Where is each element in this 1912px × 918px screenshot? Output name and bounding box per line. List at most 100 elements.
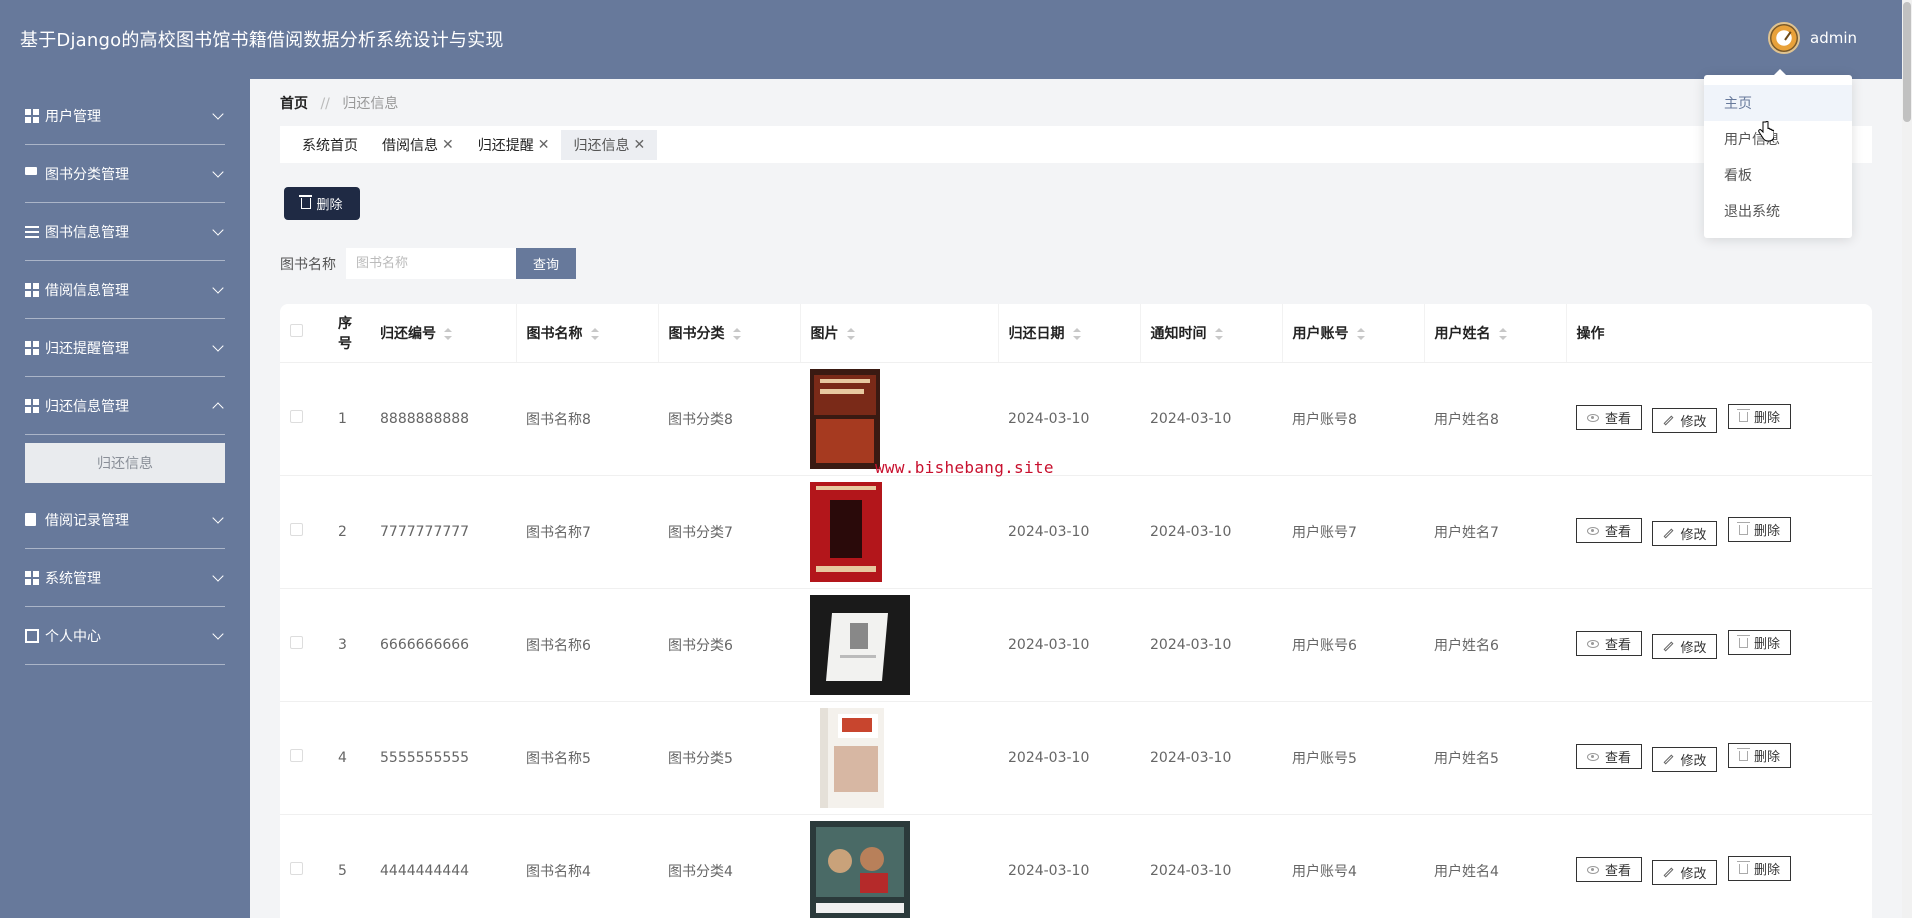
sort-icon[interactable] bbox=[846, 327, 855, 340]
edit-button[interactable]: 修改 bbox=[1652, 407, 1718, 433]
table-row[interactable]: 2 7777777777 图书名称7 图书分类7 2024-03-10 2024… bbox=[280, 475, 1872, 589]
sort-icon[interactable] bbox=[1214, 327, 1223, 340]
search-button[interactable]: 查询 bbox=[516, 248, 576, 279]
row-select-cell bbox=[280, 362, 328, 476]
table-row[interactable]: 5 4444444444 图书名称4 图书分类4 2024-03-10 2024… bbox=[280, 814, 1872, 918]
cell-image bbox=[800, 814, 998, 918]
cell-return-no: 7777777777 bbox=[370, 475, 516, 589]
col-header-user-name[interactable]: 用户姓名 bbox=[1424, 304, 1567, 363]
view-label: 查看 bbox=[1605, 525, 1632, 541]
table-row[interactable]: 3 6666666666 图书名称6 图书分类6 2024-03-10 2024… bbox=[280, 588, 1872, 702]
cell-user-account: 用户账号5 bbox=[1282, 701, 1424, 815]
edit-icon bbox=[1664, 867, 1674, 878]
tab-return-reminder[interactable]: 归还提醒 ✕ bbox=[466, 130, 562, 160]
page-scrollbar[interactable] bbox=[1902, 0, 1912, 918]
delete-button[interactable]: 删除 bbox=[1727, 404, 1791, 430]
chevron-down-icon bbox=[212, 512, 224, 524]
avatar[interactable] bbox=[1768, 22, 1800, 54]
view-button[interactable]: 查看 bbox=[1576, 631, 1643, 657]
scrollbar-thumb[interactable] bbox=[1903, 2, 1911, 122]
row-checkbox[interactable] bbox=[290, 862, 303, 875]
col-header-return-no[interactable]: 归还编号 bbox=[370, 304, 517, 363]
sidebar-subitem-return-info[interactable]: 归还信息 bbox=[25, 443, 225, 483]
col-header-user-account[interactable]: 用户账号 bbox=[1282, 304, 1425, 363]
edit-button[interactable]: 修改 bbox=[1652, 633, 1718, 659]
view-button[interactable]: 查看 bbox=[1576, 744, 1643, 770]
sort-icon[interactable] bbox=[590, 327, 599, 340]
close-icon[interactable]: ✕ bbox=[442, 137, 454, 153]
book-cover-image[interactable] bbox=[810, 481, 882, 582]
col-header-book-category[interactable]: 图书分类 bbox=[658, 304, 801, 363]
sort-icon[interactable] bbox=[1356, 327, 1365, 340]
tab-return-info[interactable]: 归还信息 ✕ bbox=[561, 129, 658, 160]
select-all-checkbox[interactable] bbox=[290, 324, 303, 338]
dropdown-item-user-info[interactable]: 用户信息 bbox=[1704, 121, 1852, 157]
cell-actions: 查看 修改 删除 bbox=[1566, 362, 1872, 476]
sort-icon[interactable] bbox=[732, 327, 741, 340]
sort-icon[interactable] bbox=[444, 327, 452, 340]
tab-system-home[interactable]: 系统首页 bbox=[290, 130, 370, 160]
edit-button[interactable]: 修改 bbox=[1652, 520, 1718, 546]
row-checkbox[interactable] bbox=[290, 410, 303, 423]
sidebar-item-personal-center[interactable]: 个人中心 bbox=[0, 607, 250, 665]
sidebar-item-user-management[interactable]: 用户管理 bbox=[0, 87, 250, 145]
column-label: 归还编号 bbox=[380, 325, 436, 342]
sidebar-item-book-management[interactable]: 图书信息管理 bbox=[0, 203, 250, 261]
clipboard-icon bbox=[25, 513, 39, 527]
col-header-notify-time[interactable]: 通知时间 bbox=[1140, 304, 1283, 363]
sidebar-item-return-info-management[interactable]: 归还信息管理 bbox=[0, 377, 250, 435]
sidebar-item-system-management[interactable]: 系统管理 bbox=[0, 549, 250, 607]
chevron-down-icon bbox=[212, 340, 224, 352]
search-input[interactable] bbox=[346, 248, 516, 279]
search-label: 图书名称 bbox=[280, 257, 336, 273]
view-button[interactable]: 查看 bbox=[1576, 857, 1643, 883]
delete-button[interactable]: 删除 bbox=[1727, 630, 1791, 656]
delete-button[interactable]: 删除 bbox=[1727, 856, 1791, 882]
sidebar-item-borrow-record-management[interactable]: 借阅记录管理 bbox=[0, 491, 250, 549]
col-header-image[interactable]: 图片 bbox=[800, 304, 999, 363]
sidebar-item-label: 图书分类管理 bbox=[45, 167, 129, 183]
book-cover-image[interactable] bbox=[810, 820, 910, 918]
close-icon[interactable]: ✕ bbox=[538, 137, 550, 153]
row-checkbox[interactable] bbox=[290, 523, 303, 536]
col-header-book-name[interactable]: 图书名称 bbox=[516, 304, 659, 363]
chevron-down-icon bbox=[212, 108, 224, 120]
edit-button[interactable]: 修改 bbox=[1652, 859, 1718, 885]
dropdown-item-dashboard[interactable]: 看板 bbox=[1704, 157, 1852, 193]
sidebar-item-borrow-management[interactable]: 借阅信息管理 bbox=[0, 261, 250, 319]
column-label: 用户账号 bbox=[1292, 325, 1349, 342]
close-icon[interactable]: ✕ bbox=[633, 137, 645, 153]
book-cover-image[interactable] bbox=[810, 594, 910, 695]
dropdown-item-home[interactable]: 主页 bbox=[1704, 85, 1852, 121]
sort-icon[interactable] bbox=[1498, 327, 1507, 340]
row-checkbox[interactable] bbox=[290, 749, 303, 762]
book-cover-image[interactable] bbox=[820, 707, 884, 808]
sidebar-item-category-management[interactable]: 图书分类管理 bbox=[0, 145, 250, 203]
edit-button[interactable]: 修改 bbox=[1652, 746, 1718, 772]
username[interactable]: admin bbox=[1810, 29, 1857, 47]
table-icon bbox=[25, 341, 39, 355]
edit-label: 修改 bbox=[1680, 753, 1707, 769]
table-row[interactable]: 4 5555555555 图书名称5 图书分类5 2024-03-10 2024… bbox=[280, 701, 1872, 815]
cell-notify-time: 2024-03-10 bbox=[1140, 588, 1282, 702]
view-label: 查看 bbox=[1605, 864, 1632, 880]
col-header-return-date[interactable]: 归还日期 bbox=[998, 304, 1141, 363]
cell-image bbox=[800, 588, 998, 702]
eye-icon bbox=[1587, 526, 1599, 535]
sidebar-item-return-reminder-management[interactable]: 归还提醒管理 bbox=[0, 319, 250, 377]
view-button[interactable]: 查看 bbox=[1576, 405, 1643, 431]
delete-button[interactable]: 删除 bbox=[1727, 743, 1791, 769]
table-row[interactable]: 1 8888888888 图书名称8 图书分类8 2024-03-10 2024… bbox=[280, 362, 1872, 476]
view-button[interactable]: 查看 bbox=[1576, 518, 1643, 544]
dropdown-item-logout[interactable]: 退出系统 bbox=[1704, 193, 1852, 229]
breadcrumb-home[interactable]: 首页 bbox=[280, 96, 308, 112]
delete-button[interactable]: 删除 bbox=[1727, 517, 1791, 543]
tabs-bar: 系统首页 借阅信息 ✕ 归还提醒 ✕ 归还信息 ✕ bbox=[280, 126, 1872, 163]
row-checkbox[interactable] bbox=[290, 636, 303, 649]
cell-index: 3 bbox=[328, 588, 370, 702]
bulk-delete-button[interactable]: 删除 bbox=[284, 187, 360, 220]
sort-icon[interactable] bbox=[1072, 327, 1081, 340]
user-menu-trigger[interactable]: admin bbox=[1768, 22, 1857, 54]
book-cover-image[interactable] bbox=[810, 368, 880, 469]
tab-borrow-info[interactable]: 借阅信息 ✕ bbox=[370, 130, 466, 160]
